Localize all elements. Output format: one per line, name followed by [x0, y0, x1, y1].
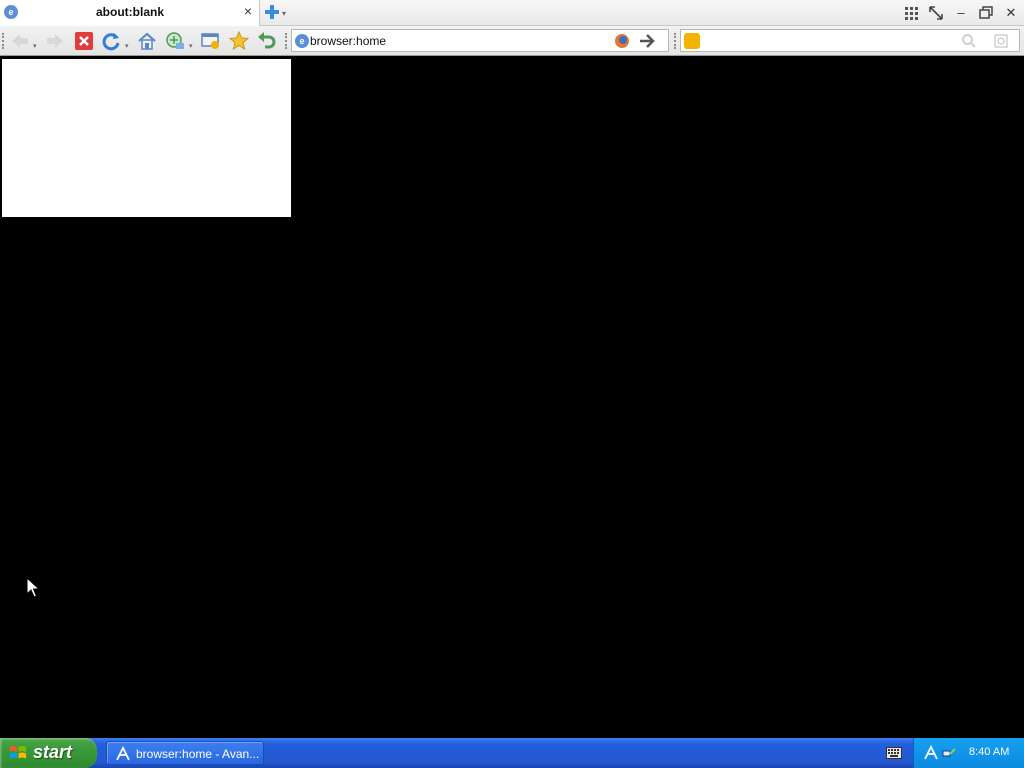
- clock: 8:40 AM: [969, 746, 1010, 758]
- windows-flag-icon: [10, 746, 26, 759]
- close-window-icon[interactable]: ✕: [1001, 4, 1021, 22]
- forward-arrow-icon[interactable]: [44, 30, 66, 52]
- go-arrow-icon[interactable]: [638, 32, 658, 50]
- avant-tray-icon[interactable]: [923, 745, 939, 761]
- site-globe-icon: e: [295, 34, 309, 48]
- search-input[interactable]: [705, 32, 955, 49]
- fullscreen-icon[interactable]: [926, 4, 946, 22]
- reload-icon[interactable]: [100, 30, 122, 52]
- group-icon[interactable]: [200, 30, 222, 52]
- page-content[interactable]: [0, 57, 1024, 738]
- feed-dropdown-icon[interactable]: ▾: [189, 42, 193, 50]
- reload-dropdown-icon[interactable]: ▾: [125, 42, 129, 50]
- tab-bar: e about:blank × ▾ – ✕: [0, 0, 1024, 26]
- back-dropdown-icon[interactable]: ▾: [33, 42, 37, 50]
- address-input[interactable]: [310, 32, 600, 49]
- mouse-pointer-icon: [26, 577, 40, 598]
- taskbar-browser-item[interactable]: browser:home - Avan...: [106, 741, 264, 765]
- tile-windows-icon[interactable]: [901, 4, 921, 22]
- undo-icon[interactable]: [256, 30, 278, 52]
- blank-page-panel: [2, 59, 291, 217]
- new-tab-dropdown-icon[interactable]: ▾: [282, 9, 286, 18]
- keyboard-icon[interactable]: [886, 747, 902, 759]
- address-grip[interactable]: [285, 33, 288, 49]
- search-engine-icon[interactable]: [684, 33, 700, 49]
- firefox-icon[interactable]: [614, 33, 630, 49]
- minimize-icon[interactable]: –: [951, 4, 971, 22]
- navigation-toolbar: ▾ ▾ ▾ e browser:home: [0, 26, 1024, 56]
- back-arrow-icon[interactable]: [9, 30, 31, 52]
- toolbar-grip[interactable]: [2, 33, 5, 49]
- avant-browser-icon: [116, 746, 130, 761]
- stop-icon[interactable]: [73, 30, 95, 52]
- restore-icon[interactable]: [976, 4, 996, 22]
- start-label: start: [33, 742, 73, 762]
- network-tray-icon[interactable]: [941, 745, 957, 761]
- magnifier-icon[interactable]: [961, 33, 977, 49]
- star-icon[interactable]: [228, 30, 250, 52]
- search-options-icon[interactable]: [993, 33, 1009, 49]
- tab-title: about:blank: [96, 5, 164, 19]
- search-grip[interactable]: [674, 33, 677, 49]
- feed-icon[interactable]: [164, 30, 186, 52]
- address-bar[interactable]: e: [291, 29, 669, 52]
- start-button[interactable]: start: [0, 738, 97, 768]
- taskbar: start browser:home - Avan... 8:40 AM: [0, 738, 1024, 768]
- close-tab-icon[interactable]: ×: [242, 4, 254, 18]
- search-bar[interactable]: [680, 29, 1020, 52]
- taskbar-item-label: browser:home - Avan...: [136, 747, 260, 761]
- plus-icon[interactable]: [264, 4, 280, 20]
- browser-globe-icon: e: [4, 5, 18, 19]
- system-tray: 8:40 AM: [913, 738, 1024, 768]
- home-icon[interactable]: [136, 30, 158, 52]
- screen: e about:blank × ▾ – ✕ ▾ ▾ ▾ e browser:ho…: [0, 0, 1024, 768]
- tab-about-blank[interactable]: e about:blank ×: [0, 0, 260, 26]
